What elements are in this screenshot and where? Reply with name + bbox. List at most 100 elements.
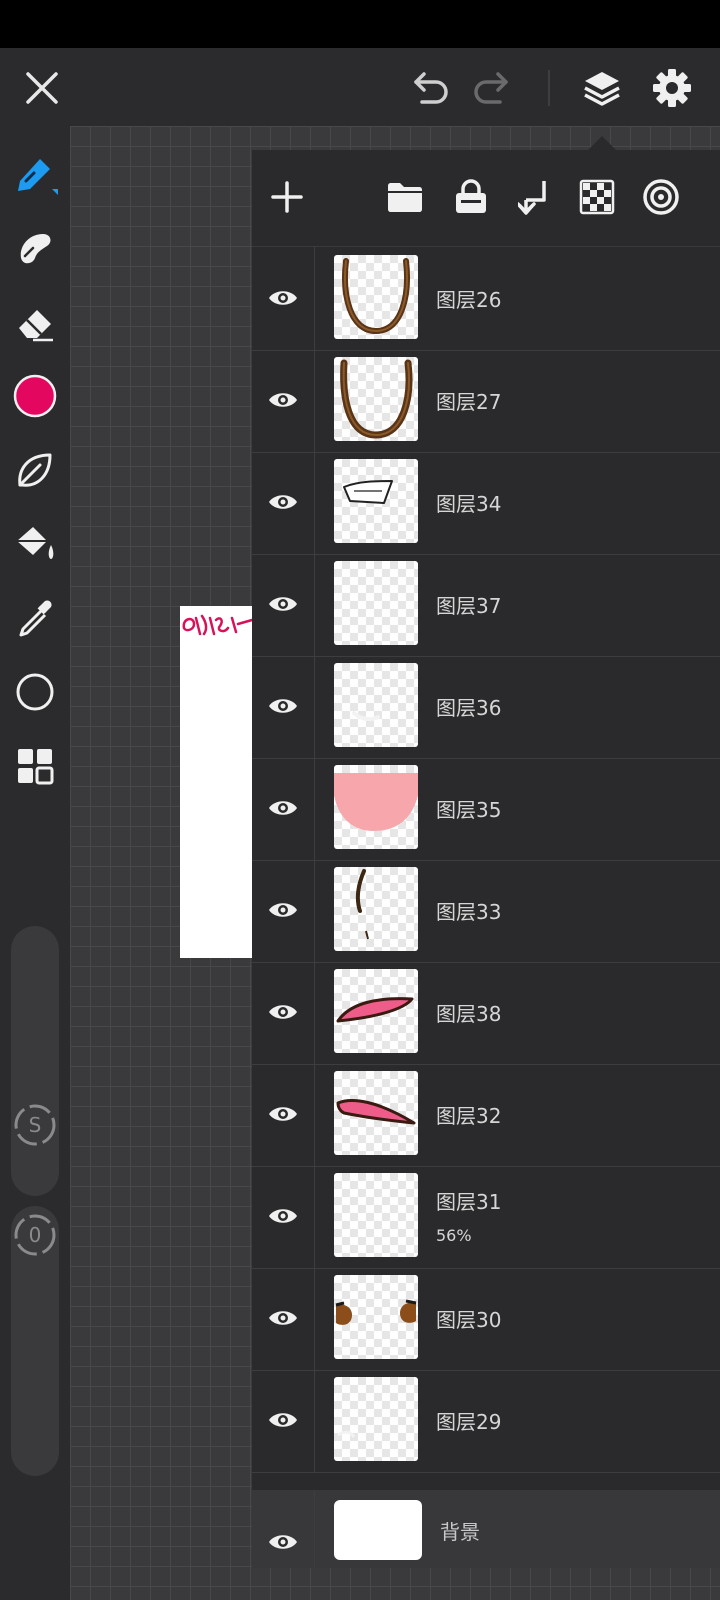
- opacity-knob-icon: 0: [14, 1214, 56, 1256]
- svg-text:S: S: [29, 1113, 42, 1137]
- layer-list[interactable]: 图层26 图层27 图层34 图层37 图层36 图层35 图层33 图层38 图层32 图层31…: [252, 246, 720, 1568]
- layer-row[interactable]: 图层27: [252, 348, 720, 453]
- merge-down-button[interactable]: [510, 172, 560, 222]
- layer-name: 图层32: [436, 1104, 502, 1128]
- layer-visibility-toggle[interactable]: [252, 1062, 315, 1166]
- leaf-brush-tool[interactable]: [9, 444, 61, 496]
- blend-mode-button[interactable]: [636, 172, 686, 222]
- color-picker-button[interactable]: [9, 370, 61, 422]
- layers-button[interactable]: [576, 62, 628, 114]
- eyedropper-tool[interactable]: [9, 592, 61, 644]
- layer-visibility-toggle[interactable]: [252, 348, 315, 452]
- layer-row[interactable]: 图层35: [252, 756, 720, 861]
- layer-panel-header: [252, 150, 720, 247]
- layer-row[interactable]: 图层36: [252, 654, 720, 759]
- layer-thumbnail: [334, 1500, 422, 1560]
- layer-name: 图层31: [436, 1190, 502, 1214]
- eye-icon: [269, 1107, 297, 1121]
- layer-name: 图层30: [436, 1308, 502, 1332]
- transparency-lock-button[interactable]: [572, 172, 622, 222]
- add-layer-icon: [271, 181, 303, 213]
- size-knob-icon: S: [14, 1104, 56, 1146]
- layer-row[interactable]: 图层31 56%: [252, 1164, 720, 1269]
- blend-mode-icon: [643, 179, 679, 215]
- layer-thumbnail: [334, 1377, 418, 1461]
- brush-opacity-slider[interactable]: 0: [11, 1206, 59, 1476]
- layer-name: 图层34: [436, 492, 502, 516]
- layer-visibility-toggle[interactable]: [252, 1490, 315, 1568]
- shape-tool[interactable]: [9, 666, 61, 718]
- layers-icon: [584, 72, 620, 106]
- folder-icon: [388, 183, 422, 212]
- eye-icon: [269, 1413, 297, 1427]
- layer-visibility-toggle[interactable]: [252, 1164, 315, 1268]
- layer-name: 图层38: [436, 1002, 502, 1026]
- brush-size-slider[interactable]: S: [11, 926, 59, 1196]
- layer-folder-button[interactable]: [380, 172, 430, 222]
- layer-visibility-toggle[interactable]: [252, 960, 315, 1064]
- pen-tool[interactable]: [9, 148, 61, 200]
- eraser-tool[interactable]: [9, 296, 61, 348]
- grid-menu-icon: [18, 749, 54, 785]
- layer-name: 图层26: [436, 288, 502, 312]
- layer-thumbnail: [334, 765, 418, 849]
- layer-row[interactable]: 图层34: [252, 450, 720, 555]
- eye-icon: [269, 597, 297, 611]
- smudge-tool[interactable]: [9, 222, 61, 274]
- svg-text:0: 0: [29, 1223, 42, 1247]
- layer-thumbnail: [334, 663, 418, 747]
- smudge-icon: [20, 234, 51, 264]
- layer-visibility-toggle[interactable]: [252, 246, 315, 350]
- lock-layer-button[interactable]: [446, 172, 496, 222]
- layer-name: 图层35: [436, 798, 502, 822]
- layer-thumbnail: [334, 459, 418, 543]
- eraser-icon: [19, 310, 53, 342]
- settings-button[interactable]: [646, 62, 698, 114]
- layer-visibility-toggle[interactable]: [252, 858, 315, 962]
- lock-icon: [456, 179, 486, 213]
- eye-icon: [269, 801, 297, 815]
- layer-thumbnail: [334, 1275, 418, 1359]
- eye-icon: [269, 393, 297, 407]
- layer-row[interactable]: 图层26: [252, 246, 720, 351]
- layer-row[interactable]: 图层32: [252, 1062, 720, 1167]
- layer-thumbnail: [334, 1071, 418, 1155]
- layer-visibility-toggle[interactable]: [252, 552, 315, 656]
- artboard[interactable]: [180, 606, 254, 958]
- layer-row[interactable]: 图层29: [252, 1368, 720, 1473]
- pen-icon: [18, 159, 58, 195]
- layer-thumbnail: [334, 357, 418, 441]
- layer-name: 背景: [440, 1520, 480, 1544]
- layer-row[interactable]: 图层33: [252, 858, 720, 963]
- panel-pointer: [588, 136, 616, 150]
- close-icon: [26, 72, 58, 104]
- layer-row[interactable]: 图层37: [252, 552, 720, 657]
- background-layer-row[interactable]: 背景: [252, 1490, 720, 1568]
- close-button[interactable]: [16, 62, 68, 114]
- color-swatch: [13, 374, 57, 418]
- layer-visibility-toggle[interactable]: [252, 1266, 315, 1370]
- redo-button[interactable]: [466, 62, 518, 114]
- gear-icon: [653, 69, 691, 107]
- more-tools-button[interactable]: [9, 740, 61, 792]
- layer-name: 图层27: [436, 390, 502, 414]
- layer-visibility-toggle[interactable]: [252, 450, 315, 554]
- brush-size-knob[interactable]: S: [12, 1102, 58, 1148]
- layer-row[interactable]: 图层30: [252, 1266, 720, 1371]
- eye-icon: [269, 495, 297, 509]
- undo-button[interactable]: [404, 62, 456, 114]
- fill-tool[interactable]: [9, 518, 61, 570]
- layer-thumbnail: [334, 969, 418, 1053]
- status-bar: [0, 0, 720, 48]
- add-layer-button[interactable]: [262, 172, 312, 222]
- redo-icon: [474, 72, 508, 104]
- layer-thumbnail: [334, 255, 418, 339]
- layer-visibility-toggle[interactable]: [252, 756, 315, 860]
- canvas-scribble: [182, 614, 254, 636]
- layer-row[interactable]: 图层38: [252, 960, 720, 1065]
- layer-visibility-toggle[interactable]: [252, 1368, 315, 1472]
- brush-opacity-knob[interactable]: 0: [12, 1212, 58, 1258]
- eye-icon: [269, 903, 297, 917]
- top-bar: [0, 48, 720, 126]
- layer-visibility-toggle[interactable]: [252, 654, 315, 758]
